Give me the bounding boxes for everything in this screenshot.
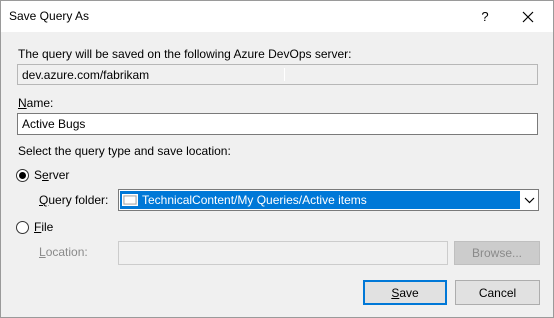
server-url-field[interactable]: dev.azure.com/fabrikam xyxy=(17,64,538,85)
query-folder-dropdown[interactable]: TechnicalContent/My Queries/Active items xyxy=(118,189,539,211)
file-radio-label[interactable]: File xyxy=(34,220,53,234)
server-url-text: dev.azure.com/fabrikam xyxy=(22,68,150,82)
close-icon xyxy=(522,11,534,22)
server-radio[interactable] xyxy=(16,169,29,182)
text-caret xyxy=(284,68,285,81)
file-radio[interactable] xyxy=(16,221,29,234)
dropdown-arrow[interactable] xyxy=(520,190,538,210)
save-button[interactable]: Save xyxy=(363,280,447,305)
help-button[interactable]: ? xyxy=(467,1,503,32)
browse-button: Browse... xyxy=(454,241,540,265)
folder-icon xyxy=(122,194,138,206)
name-label: Name: xyxy=(18,96,54,110)
chevron-down-icon xyxy=(524,197,534,203)
save-query-as-dialog: Save Query As ? The query will be saved … xyxy=(0,0,554,318)
location-input xyxy=(118,241,448,265)
location-label: Location: xyxy=(39,245,88,259)
query-folder-selected: TechnicalContent/My Queries/Active items xyxy=(120,191,520,209)
query-folder-value: TechnicalContent/My Queries/Active items xyxy=(142,193,367,207)
cancel-button[interactable]: Cancel xyxy=(455,280,540,305)
server-description-label: The query will be saved on the following… xyxy=(18,47,352,61)
close-button[interactable] xyxy=(510,1,546,32)
server-radio-label[interactable]: Server xyxy=(34,168,69,182)
title-bar[interactable]: Save Query As ? xyxy=(1,1,553,32)
window-title: Save Query As xyxy=(9,9,90,23)
save-location-instruction: Select the query type and save location: xyxy=(18,144,231,158)
query-folder-label: Query folder: xyxy=(39,193,109,207)
name-input[interactable] xyxy=(17,113,538,135)
